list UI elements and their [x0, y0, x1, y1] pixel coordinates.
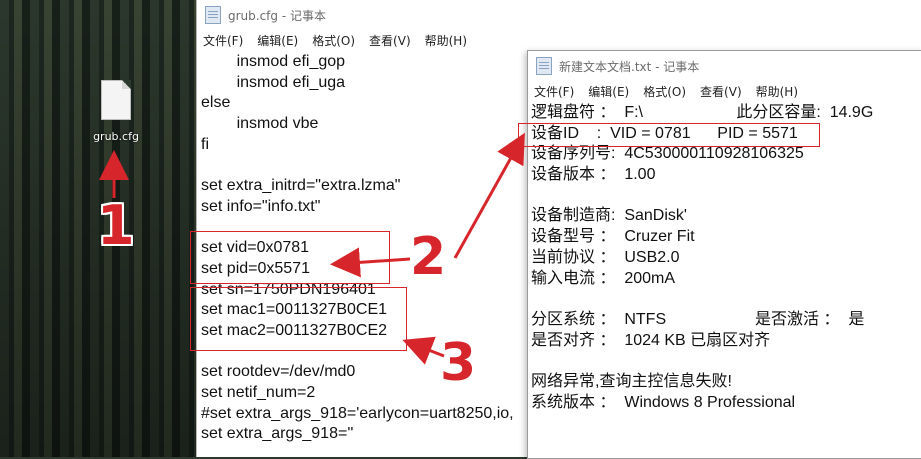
annotation-number-1: 1 [97, 194, 135, 257]
annotation-number-3: 3 [440, 333, 477, 393]
arrow-2-to-info [453, 132, 525, 259]
arrow-2-to-cfg [330, 247, 411, 278]
annotation-number-2: 2 [410, 227, 447, 287]
arrow-3 [402, 336, 445, 365]
